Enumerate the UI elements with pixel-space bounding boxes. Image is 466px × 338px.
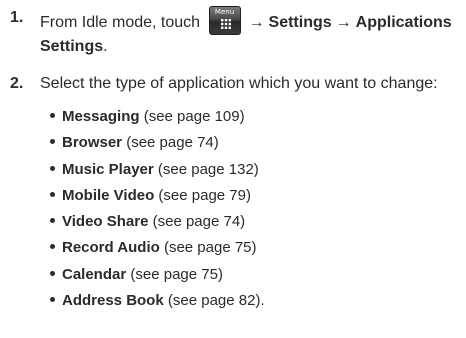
step-1-suffix: . — [103, 38, 108, 55]
bullet-icon — [50, 191, 55, 197]
page-reference: (see page 75) — [130, 265, 223, 283]
menu-key-icon: Menu — [208, 6, 241, 35]
list-item: Record Audio (see page 75) — [50, 235, 265, 261]
application-name: Calendar — [62, 265, 127, 283]
grid-icon — [220, 19, 231, 29]
application-list: Messaging (see page 109) Browser (see pa… — [50, 104, 265, 314]
application-name: Browser — [62, 134, 123, 152]
list-item: Calendar (see page 75) — [50, 262, 265, 288]
bullet-icon — [50, 218, 55, 224]
arrow-icon: → — [248, 14, 265, 31]
arrow-icon: → — [335, 14, 352, 31]
path-settings: Settings — [268, 14, 332, 31]
list-item: Address Book (see page 82). — [50, 288, 265, 314]
list-item: Messaging (see page 109) — [50, 104, 265, 130]
menu-key-label: Menu — [214, 8, 235, 16]
page-reference: (see page 74) — [126, 134, 219, 152]
bullet-icon — [50, 165, 55, 171]
step-2: 2. Select the type of application which … — [0, 72, 466, 98]
page-reference: (see page 74) — [152, 213, 246, 231]
bullet-icon — [50, 297, 55, 303]
bullet-icon — [50, 139, 55, 145]
item-end: . — [260, 292, 265, 310]
bullet-icon — [50, 113, 55, 118]
step-1-prefix: From Idle mode, touch — [40, 14, 201, 31]
application-name: Messaging — [62, 108, 140, 125]
list-item: Music Player (see page 132) — [50, 157, 265, 183]
list-item: Mobile Video (see page 79) — [50, 183, 265, 209]
bullet-icon — [50, 270, 55, 276]
application-name: Video Share — [62, 213, 149, 231]
step-2-text: Select the type of application which you… — [40, 75, 438, 92]
bullet-icon — [50, 244, 55, 250]
instruction-page: 1. From Idle mode, touch Menu → Settings →… — [0, 0, 466, 338]
page-reference: (see page 75) — [163, 239, 257, 257]
step-1-text: From Idle mode, touch Menu → Settings → App… — [40, 6, 462, 59]
application-name: Address Book — [62, 292, 164, 310]
page-reference: (see page 132) — [157, 160, 259, 178]
list-item: Browser (see page 74) — [50, 130, 265, 156]
list-item: Video Share (see page 74) — [50, 209, 265, 235]
step-2-number: 2. — [10, 75, 24, 92]
application-name: Record Audio — [62, 239, 160, 257]
page-reference: (see page 109) — [143, 108, 245, 125]
page-reference: (see page 79) — [158, 186, 251, 204]
application-name: Music Player — [62, 160, 154, 178]
step-1-number: 1. — [10, 9, 24, 26]
page-reference: (see page 82) — [167, 292, 261, 310]
application-name: Mobile Video — [62, 186, 155, 204]
step-1: 1. From Idle mode, touch Menu → Settings →… — [0, 6, 466, 66]
